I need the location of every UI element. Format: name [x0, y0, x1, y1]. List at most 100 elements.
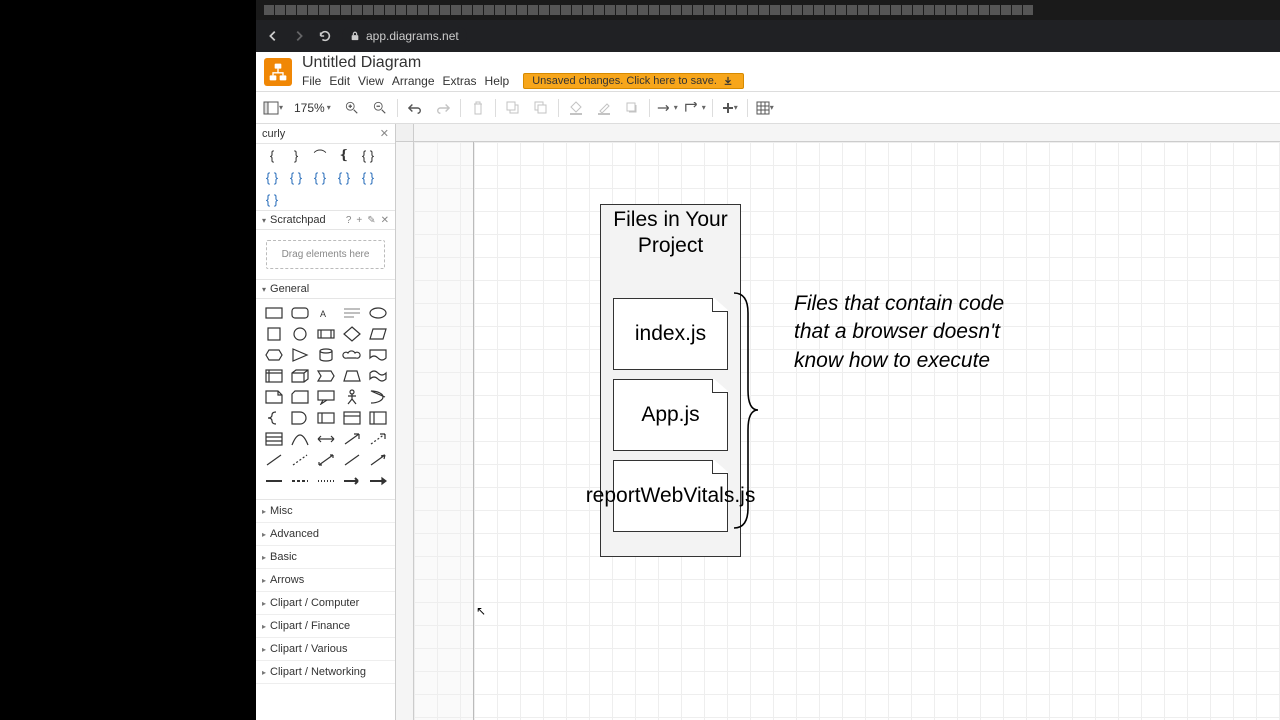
table-dropdown[interactable]: ▾ [754, 97, 776, 119]
browser-tab-favicon[interactable] [924, 5, 934, 15]
shape-internal-storage[interactable] [264, 368, 284, 384]
shadow-button[interactable] [621, 97, 643, 119]
menu-edit[interactable]: Edit [329, 74, 350, 88]
browser-tab-favicon[interactable] [913, 5, 923, 15]
shape-callout[interactable] [316, 389, 336, 405]
to-back-button[interactable] [530, 97, 552, 119]
shape-text[interactable]: A [316, 305, 336, 321]
browser-tab-favicon[interactable] [264, 5, 274, 15]
scratchpad-add-icon[interactable]: + [356, 215, 362, 226]
reload-button[interactable] [316, 27, 334, 45]
menu-arrange[interactable]: Arrange [392, 74, 435, 88]
general-header[interactable]: ▾ General [256, 279, 395, 299]
browser-tab-favicon[interactable] [649, 5, 659, 15]
shape-line-plain[interactable] [342, 452, 362, 468]
shape-arrow-diag2[interactable] [368, 452, 388, 468]
menu-file[interactable]: File [302, 74, 321, 88]
shape-ellipse[interactable] [368, 305, 388, 321]
shape-and[interactable] [290, 410, 310, 426]
zoom-out-button[interactable] [369, 97, 391, 119]
category-misc[interactable]: ▸Misc [256, 500, 395, 523]
browser-tab-favicon[interactable] [396, 5, 406, 15]
browser-tab-favicon[interactable] [803, 5, 813, 15]
shape-rect[interactable] [264, 305, 284, 321]
shape-cylinder[interactable] [316, 347, 336, 363]
shape-note[interactable] [264, 389, 284, 405]
file-note-1[interactable]: index.js [613, 298, 728, 370]
brace-blue-2-shape[interactable]: { } [288, 170, 304, 184]
browser-tab-favicon[interactable] [341, 5, 351, 15]
shape-process[interactable] [316, 326, 336, 342]
browser-tab-favicon[interactable] [550, 5, 560, 15]
browser-tab-favicon[interactable] [968, 5, 978, 15]
container-title[interactable]: Files in Your Project [601, 205, 740, 266]
browser-tab-favicon[interactable] [319, 5, 329, 15]
undo-button[interactable] [404, 97, 426, 119]
search-shapes-field[interactable]: curly ✕ [256, 124, 395, 144]
browser-tab-favicon[interactable] [1012, 5, 1022, 15]
delete-button[interactable] [467, 97, 489, 119]
browser-tab-favicon[interactable] [836, 5, 846, 15]
scratchpad-header[interactable]: ▾ Scratchpad ? + ✎ ✕ [256, 210, 395, 230]
shape-actor[interactable] [342, 389, 362, 405]
redo-button[interactable] [432, 97, 454, 119]
browser-tab-favicon[interactable] [440, 5, 450, 15]
browser-tab-favicon[interactable] [330, 5, 340, 15]
browser-tab-favicon[interactable] [737, 5, 747, 15]
shape-link-dash[interactable] [290, 473, 310, 489]
shape-parallelogram[interactable] [368, 326, 388, 342]
browser-tab-favicon[interactable] [770, 5, 780, 15]
annotation-text[interactable]: Files that contain code that a browser d… [794, 290, 1029, 375]
browser-tab-favicon[interactable] [704, 5, 714, 15]
browser-tab-favicon[interactable] [572, 5, 582, 15]
category-clipart-computer[interactable]: ▸Clipart / Computer [256, 592, 395, 615]
brace-right-shape[interactable]: } [288, 148, 304, 162]
browser-tab-favicon[interactable] [825, 5, 835, 15]
menu-extras[interactable]: Extras [443, 74, 477, 88]
unsaved-warning[interactable]: Unsaved changes. Click here to save. [523, 73, 744, 89]
browser-tab-favicon[interactable] [946, 5, 956, 15]
app-logo[interactable] [264, 58, 292, 86]
brace-blue-6-shape[interactable]: { } [264, 192, 280, 206]
browser-tab-favicon[interactable] [748, 5, 758, 15]
browser-tab-favicon[interactable] [638, 5, 648, 15]
browser-tab-favicon[interactable] [814, 5, 824, 15]
browser-tab-favicon[interactable] [935, 5, 945, 15]
shape-card[interactable] [290, 389, 310, 405]
to-front-button[interactable] [502, 97, 524, 119]
shape-circle[interactable] [290, 326, 310, 342]
brace-blue-4-shape[interactable]: { } [336, 170, 352, 184]
browser-tab-favicon[interactable] [605, 5, 615, 15]
shape-link-dot[interactable] [316, 473, 336, 489]
braces-shape[interactable]: { } [360, 148, 376, 162]
category-clipart-various[interactable]: ▸Clipart / Various [256, 638, 395, 661]
browser-tab-favicon[interactable] [363, 5, 373, 15]
browser-tab-favicon[interactable] [759, 5, 769, 15]
shape-line-curve[interactable] [290, 431, 310, 447]
category-arrows[interactable]: ▸Arrows [256, 569, 395, 592]
shape-hexagon[interactable] [264, 347, 284, 363]
browser-tab-favicon[interactable] [693, 5, 703, 15]
waypoints-dropdown[interactable]: ▾ [684, 97, 706, 119]
category-clipart-networking[interactable]: ▸Clipart / Networking [256, 661, 395, 684]
shape-dashed-line[interactable] [290, 452, 310, 468]
browser-tab-favicon[interactable] [880, 5, 890, 15]
browser-tab-favicon[interactable] [528, 5, 538, 15]
menu-view[interactable]: View [358, 74, 384, 88]
shape-trapezoid[interactable] [342, 368, 362, 384]
browser-tab-favicon[interactable] [451, 5, 461, 15]
zoom-in-button[interactable] [341, 97, 363, 119]
brace-blue-3-shape[interactable]: { } [312, 170, 328, 184]
clear-search-icon[interactable]: ✕ [380, 127, 389, 140]
browser-tab-favicon[interactable] [715, 5, 725, 15]
browser-tab-favicon[interactable] [495, 5, 505, 15]
browser-tab-favicon[interactable] [792, 5, 802, 15]
browser-tab-favicon[interactable] [1001, 5, 1011, 15]
line-color-button[interactable] [593, 97, 615, 119]
shape-dashed-arrow[interactable] [368, 431, 388, 447]
category-basic[interactable]: ▸Basic [256, 546, 395, 569]
browser-tab-favicon[interactable] [506, 5, 516, 15]
curve-shape[interactable]: ⌒ [312, 148, 328, 162]
browser-tab-favicon[interactable] [902, 5, 912, 15]
connection-dropdown[interactable]: ▾ [656, 97, 678, 119]
